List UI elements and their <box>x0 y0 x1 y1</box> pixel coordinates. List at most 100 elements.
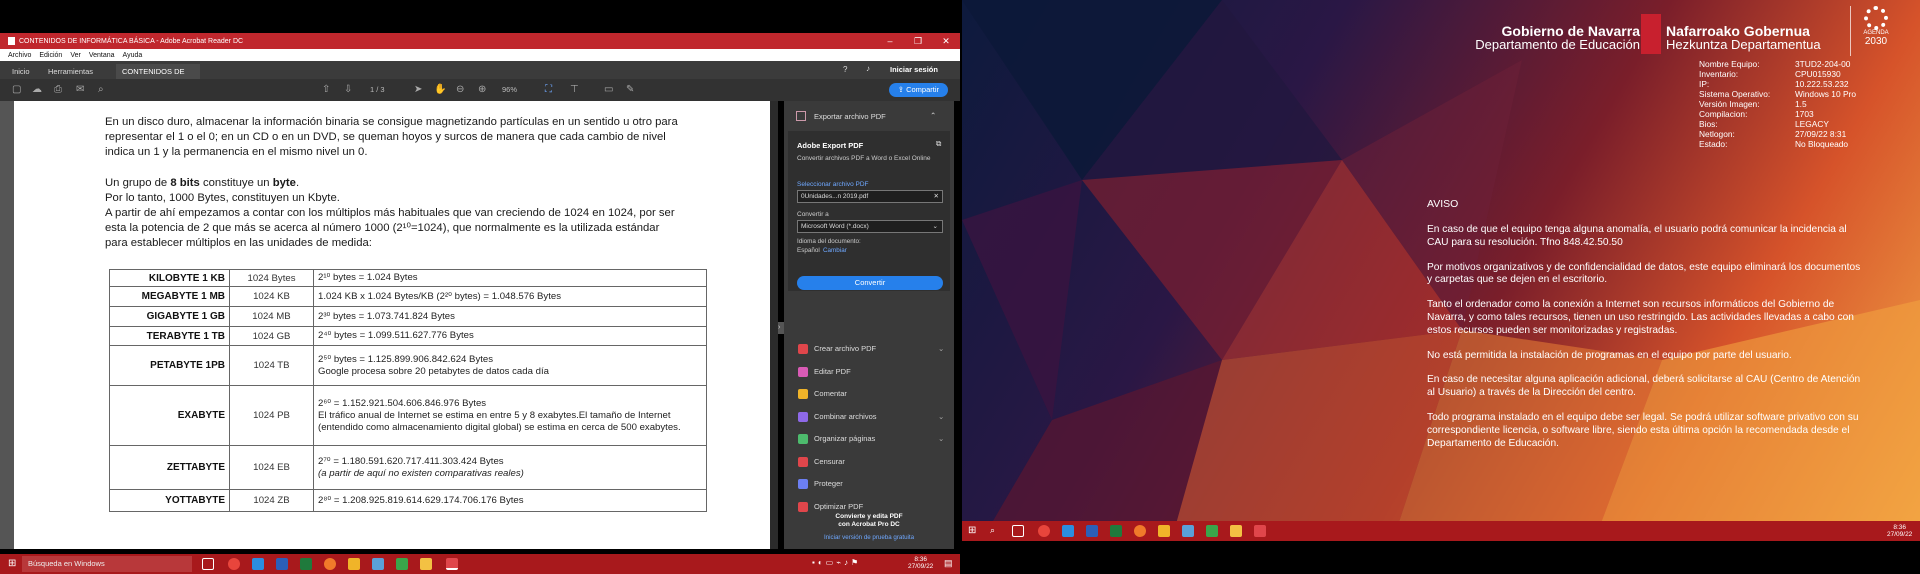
acrobat-taskbar-icon[interactable] <box>446 558 458 570</box>
acrobat-taskbar-icon-2[interactable] <box>1254 525 1266 537</box>
share-button[interactable]: ⇪ Compartir <box>888 83 948 97</box>
lang-change-link[interactable]: Cambiar <box>823 247 847 254</box>
firefox-icon[interactable] <box>324 558 336 570</box>
unit-value-main: 2³⁰ bytes = 1.073.741.824 Bytes <box>318 310 455 322</box>
para2-bold-bits: 8 bits <box>170 177 200 189</box>
signin-link[interactable]: Iniciar sesión <box>890 65 938 74</box>
tool-icon <box>798 411 808 422</box>
new-icon[interactable]: ▢ <box>12 84 21 95</box>
app-icon-7[interactable] <box>1182 525 1194 537</box>
menu-ayuda[interactable]: Ayuda <box>123 52 143 59</box>
app-icon-2[interactable] <box>348 558 360 570</box>
comment-icon[interactable]: ▭ <box>604 84 613 95</box>
sign-icon[interactable]: ✎ <box>626 84 634 95</box>
taskbar-search-input[interactable]: Búsqueda en Windows <box>22 556 192 572</box>
excel-icon-2[interactable] <box>1110 525 1122 537</box>
tool-item-proteger[interactable]: Proteger <box>798 476 843 492</box>
menu-ventana[interactable]: Ventana <box>89 52 115 59</box>
windows-start-icon[interactable]: ⊞ <box>8 558 16 569</box>
windows-start-icon-2[interactable]: ⊞ <box>968 525 976 536</box>
tool-item-crear-archivo-pdf[interactable]: Crear archivo PDF ⌄ <box>798 341 944 357</box>
info-key: Netlogon: <box>1699 129 1735 139</box>
minimize-button[interactable]: – <box>876 33 904 49</box>
app-icon-1[interactable] <box>252 558 264 570</box>
info-value: 1.5 <box>1795 99 1807 109</box>
notifications-icon[interactable]: ▤ <box>944 558 953 569</box>
chrome-icon-2[interactable] <box>1038 525 1050 537</box>
convert-button[interactable]: Convertir <box>797 276 943 290</box>
app-icon-4[interactable] <box>396 558 408 570</box>
info-keys: Nombre Equipo: Inventario: IP: Sistema Oper… <box>1699 59 1770 149</box>
print-icon[interactable]: ⎙ <box>54 84 62 95</box>
menu-ver[interactable]: Ver <box>70 52 81 59</box>
unit-value-note: El tráfico anual de Internet se estima e… <box>318 409 681 433</box>
unit-name: TERABYTE 1 TB <box>109 326 230 346</box>
file-field[interactable]: 0Unidades...n 2019.pdf ✕ <box>797 190 943 203</box>
aviso-paragraph: No está permitida la instalación de prog… <box>1427 349 1792 361</box>
app-icon-3[interactable] <box>372 558 384 570</box>
zoom-level[interactable]: 96% <box>502 85 517 94</box>
document-scrollbar[interactable] <box>770 101 778 549</box>
bell-icon[interactable]: ♪ <box>866 64 870 73</box>
table-row: MEGABYTE 1 MB 1024 KB 1.024 KB x 1.024 Byt… <box>109 286 707 307</box>
chrome-icon[interactable] <box>228 558 240 570</box>
file-explorer-icon-2[interactable] <box>1230 525 1242 537</box>
page-down-icon[interactable]: ⇩ <box>344 84 352 95</box>
right-clock[interactable]: 8:36 27/09/22 <box>1887 524 1912 538</box>
tool-item-editar-pdf[interactable]: Editar PDF <box>798 364 851 380</box>
help-icon[interactable]: ? <box>843 65 847 74</box>
tool-item-organizar-p-ginas[interactable]: Organizar páginas ⌄ <box>798 431 944 447</box>
export-header[interactable]: Exportar archivo PDF ⌃ <box>784 109 954 125</box>
task-view-icon[interactable] <box>202 558 214 570</box>
tool-item-comentar[interactable]: Comentar <box>798 386 847 402</box>
firefox-icon-2[interactable] <box>1134 525 1146 537</box>
search-icon-2[interactable]: ⌕ <box>990 525 995 536</box>
upload-icon[interactable]: ☁ <box>32 84 42 95</box>
task-view-icon-2[interactable] <box>1012 525 1024 537</box>
hand-tool-icon[interactable]: ✋ <box>434 84 446 95</box>
search-icon[interactable]: ⌕ <box>98 84 104 95</box>
chevron-down-icon: ⌄ <box>938 344 945 353</box>
app-icon-6[interactable] <box>1158 525 1170 537</box>
format-select[interactable]: Microsoft Word (*.docx) ⌄ <box>797 220 943 233</box>
paragraph-1: En un disco duro, almacenar la informaci… <box>105 116 678 159</box>
fit-page-icon[interactable]: ⛶ <box>545 84 552 95</box>
zoom-in-icon[interactable]: ⊕ <box>478 84 486 95</box>
page-up-icon[interactable]: ⇧ <box>322 84 330 95</box>
tab-herramientas[interactable]: Herramientas <box>42 64 99 79</box>
left-clock[interactable]: 8:36 27/09/22 <box>908 556 933 570</box>
select-file-label[interactable]: Seleccionar archivo PDF <box>797 181 869 188</box>
menu-edicion[interactable]: Edición <box>39 52 62 59</box>
close-button[interactable]: ✕ <box>932 33 960 49</box>
word-icon[interactable] <box>276 558 288 570</box>
zoom-out-icon[interactable]: ⊖ <box>456 84 464 95</box>
system-tray-icons[interactable]: ▪◐▭⌁♪⚑ <box>812 558 861 567</box>
right-monitor-bezel <box>962 541 1920 574</box>
tool-item-censurar[interactable]: Censurar <box>798 454 845 470</box>
info-key: Inventario: <box>1699 69 1739 79</box>
logo-eu-sub: Hezkuntza Departamentua <box>1666 37 1821 52</box>
trial-link[interactable]: Iniciar versión de prueba gratuita <box>784 534 954 541</box>
page-indicator[interactable]: 1 / 3 <box>370 85 385 94</box>
info-key: Compilacion: <box>1699 109 1748 119</box>
info-value: 27/09/22 8:31 <box>1795 129 1847 139</box>
tab-inicio[interactable]: Inicio <box>6 64 36 79</box>
select-cursor-icon[interactable]: ➤ <box>414 84 422 95</box>
left-clock-date: 27/09/22 <box>908 563 934 570</box>
tab-document[interactable]: CONTENIDOS DE I... ✕ <box>116 64 200 91</box>
unit-value: 2⁷⁰ = 1.180.591.620.717.411.303.424 Byte… <box>313 445 707 490</box>
chevron-down-icon: ⌄ <box>932 223 938 230</box>
copy-icon[interactable]: ⧉ <box>936 139 941 149</box>
tool-item-combinar-archivos[interactable]: Combinar archivos ⌄ <box>798 409 944 425</box>
app-icon-5[interactable] <box>1062 525 1074 537</box>
app-icon-8[interactable] <box>1206 525 1218 537</box>
tool-icon <box>798 344 808 354</box>
excel-icon[interactable] <box>300 558 312 570</box>
tools-icon[interactable]: ⊤ <box>570 84 579 95</box>
file-explorer-icon[interactable] <box>420 558 432 570</box>
mail-icon[interactable]: ✉ <box>76 84 84 95</box>
clear-icon[interactable]: ✕ <box>934 191 939 202</box>
word-icon-2[interactable] <box>1086 525 1098 537</box>
menu-archivo[interactable]: Archivo <box>8 52 31 59</box>
maximize-button[interactable]: ❐ <box>904 33 932 49</box>
